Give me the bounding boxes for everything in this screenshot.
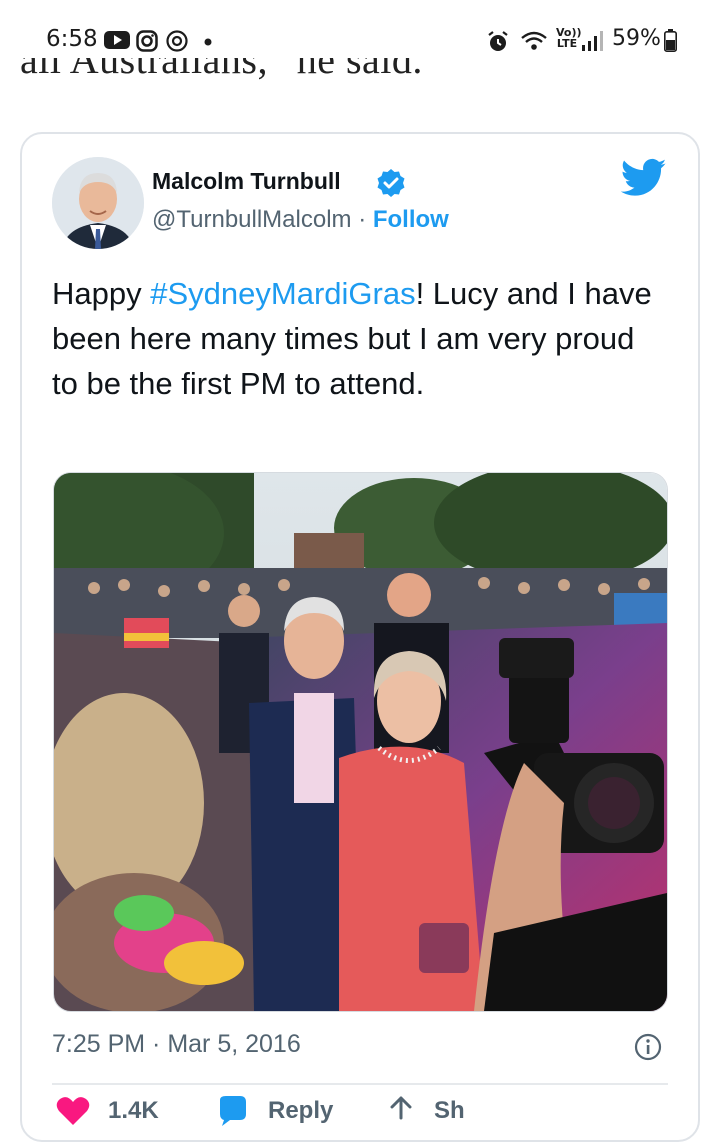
handle-row: @TurnbullMalcolm · Follow <box>152 206 449 234</box>
share-icon <box>390 1096 412 1120</box>
author-handle[interactable]: @TurnbullMalcolm <box>152 206 352 233</box>
twitter-bird-icon[interactable] <box>621 158 667 198</box>
tweet-text-start: Happy <box>52 276 151 311</box>
network-label: Vo)) LTE <box>556 26 582 50</box>
tweet-timestamp[interactable]: 7:25 PM · Mar 5, 2016 <box>52 1030 301 1059</box>
status-time: 6:58 <box>46 26 98 52</box>
battery-icon <box>664 29 677 52</box>
heart-icon <box>56 1097 90 1125</box>
verified-badge-icon <box>377 169 405 197</box>
hashtag-link[interactable]: #SydneyMardiGras <box>150 276 415 311</box>
article-snippet-clip: all Australians,” he said. <box>0 58 720 80</box>
avatar[interactable] <box>52 157 144 249</box>
like-button[interactable]: 1.4K <box>56 1096 159 1126</box>
reply-bubble-icon <box>220 1096 246 1126</box>
dot-icon <box>204 38 212 46</box>
share-button[interactable]: Sh <box>386 1096 465 1126</box>
threads-icon <box>166 30 188 52</box>
mardi-gras-photo <box>54 473 667 1011</box>
reply-label: Reply <box>268 1097 334 1124</box>
reply-button[interactable]: Reply <box>216 1096 333 1126</box>
status-bar: 6:58 Vo)) LTE 59% <box>0 0 720 58</box>
info-icon[interactable] <box>634 1033 662 1061</box>
tweet-actions: 1.4K Reply Sh <box>52 1096 668 1126</box>
youtube-icon <box>104 31 130 49</box>
signal-icon <box>582 31 603 51</box>
tweet-photo[interactable] <box>53 472 668 1012</box>
like-count: 1.4K <box>108 1097 159 1124</box>
follow-button[interactable]: Follow <box>373 206 449 233</box>
share-label: Sh <box>434 1097 465 1124</box>
article-snippet: all Australians,” he said. <box>20 58 423 80</box>
author-name[interactable]: Malcolm Turnbull <box>152 168 341 195</box>
battery-percent: 59% <box>612 26 661 51</box>
tweet-text: Happy #SydneyMardiGras! Lucy and I have … <box>52 271 662 406</box>
avatar-portrait <box>52 157 144 249</box>
wifi-icon <box>521 31 547 50</box>
instagram-icon <box>136 30 158 52</box>
alarm-icon <box>488 31 508 51</box>
divider <box>52 1083 668 1085</box>
handle-separator: · <box>351 206 373 233</box>
